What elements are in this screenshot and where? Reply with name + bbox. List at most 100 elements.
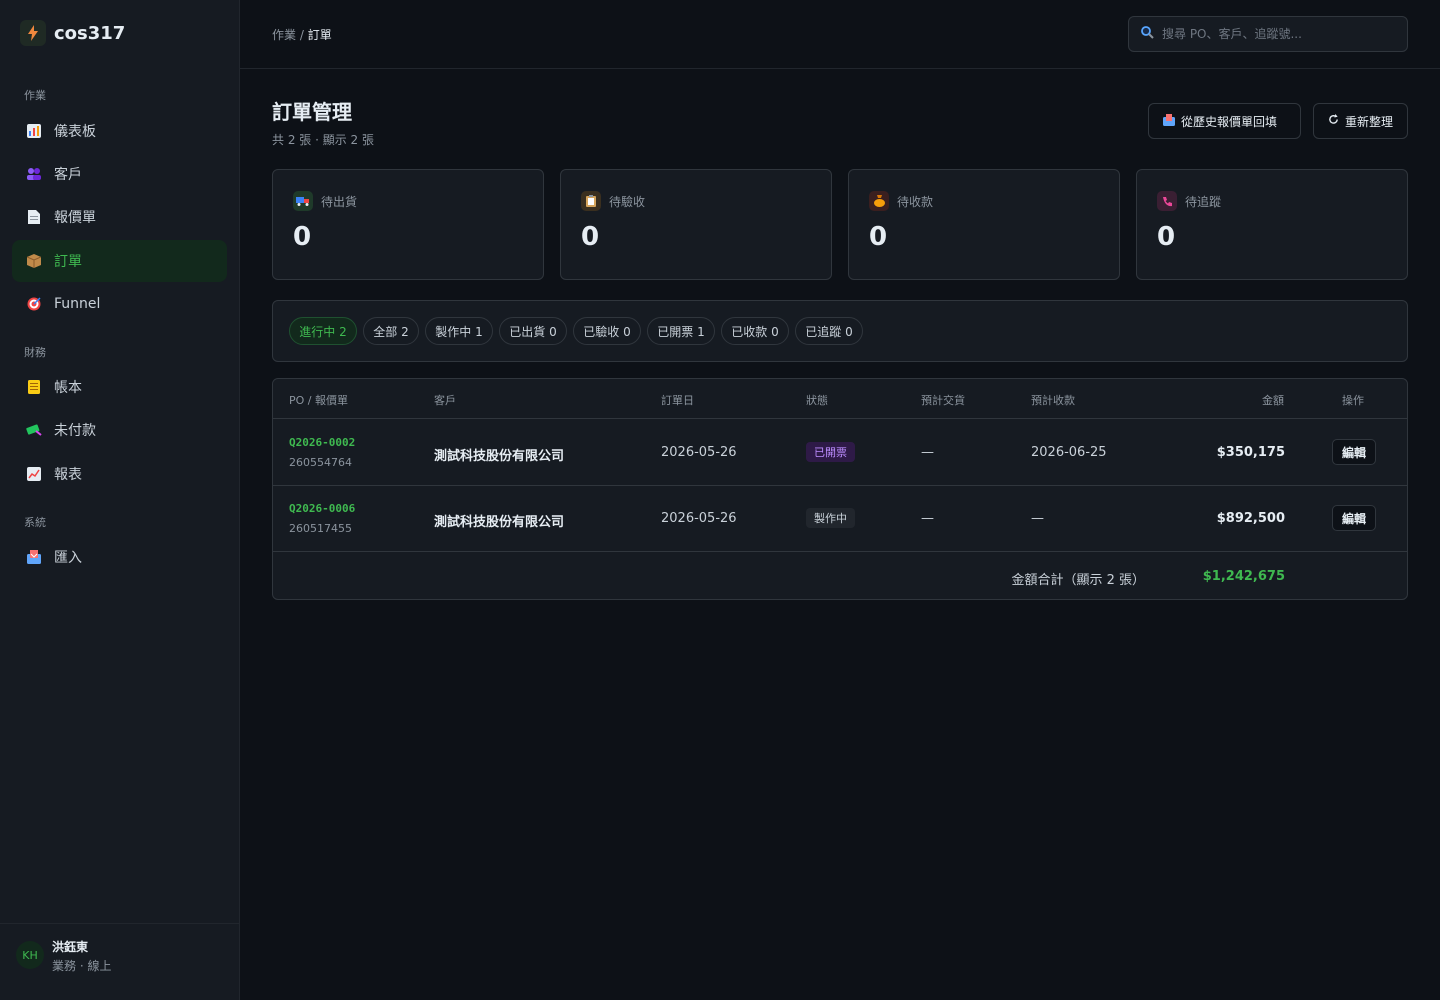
filter-paid[interactable]: 已收款 0 bbox=[721, 317, 789, 345]
avatar: KH bbox=[16, 941, 44, 969]
table-row[interactable]: Q2026-0002 260554764 測試科技股份有限公司 2026-05-… bbox=[273, 420, 1407, 486]
stat-value: 0 bbox=[293, 222, 312, 252]
inbox-icon bbox=[26, 549, 42, 565]
refresh-label: 重新整理 bbox=[1345, 114, 1394, 129]
sidebar-item-label: 未付款 bbox=[54, 423, 96, 439]
stat-value: 0 bbox=[581, 222, 600, 252]
quote-number: 260554764 bbox=[289, 456, 352, 469]
refresh-button[interactable]: 重新整理 bbox=[1313, 103, 1408, 139]
stat-card-to-follow: 待追蹤 0 bbox=[1136, 169, 1408, 280]
expected-payment: — bbox=[1031, 511, 1044, 526]
filter-shipped[interactable]: 已出貨 0 bbox=[499, 317, 567, 345]
truck-icon bbox=[293, 191, 313, 211]
filter-accepted[interactable]: 已驗收 0 bbox=[573, 317, 641, 345]
expected-delivery: — bbox=[921, 511, 934, 526]
order-amount: $892,500 bbox=[1216, 511, 1285, 526]
sidebar-item-label: 匯入 bbox=[54, 550, 82, 566]
stat-label: 待驗收 bbox=[609, 195, 646, 209]
total-value: $1,242,675 bbox=[1202, 569, 1285, 584]
search-box[interactable] bbox=[1128, 16, 1408, 52]
sidebar-item-quotes[interactable]: 報價單 bbox=[12, 196, 227, 238]
stat-value: 0 bbox=[1157, 222, 1176, 252]
breadcrumb-parent[interactable]: 作業 bbox=[272, 28, 296, 42]
page-subtitle: 共 2 張 · 顯示 2 張 bbox=[272, 133, 374, 147]
filter-producing[interactable]: 製作中 1 bbox=[425, 317, 493, 345]
filter-in-progress[interactable]: 進行中 2 bbox=[289, 317, 357, 345]
expected-delivery: — bbox=[921, 445, 934, 460]
search-input[interactable] bbox=[1162, 27, 1382, 41]
stat-card-to-collect: 待收款 0 bbox=[848, 169, 1120, 280]
orders-table: PO / 報價單 客戶 訂單日 狀態 預計交貨 預計收款 金額 操作 Q2026… bbox=[272, 378, 1408, 600]
edit-button[interactable]: 編輯 bbox=[1332, 439, 1376, 465]
package-icon bbox=[26, 253, 42, 269]
expected-payment: 2026-06-25 bbox=[1031, 445, 1107, 460]
nav-section-system: 系統 bbox=[24, 516, 46, 529]
table-header: PO / 報價單 客戶 訂單日 狀態 預計交貨 預計收款 金額 操作 bbox=[273, 379, 1407, 419]
customer-name: 測試科技股份有限公司 bbox=[434, 449, 565, 464]
sidebar-item-dashboard[interactable]: 儀表板 bbox=[12, 110, 227, 152]
column-header-amount[interactable]: 金額 bbox=[1262, 392, 1284, 408]
brand[interactable]: cos317 bbox=[20, 20, 125, 46]
sidebar-item-label: 報價單 bbox=[54, 210, 96, 226]
po-number[interactable]: Q2026-0002 bbox=[289, 436, 355, 449]
sidebar-item-ledger[interactable]: 帳本 bbox=[12, 366, 227, 408]
sidebar-item-label: 儀表板 bbox=[54, 124, 96, 140]
status-badge: 已開票 bbox=[806, 442, 855, 462]
stat-label: 待收款 bbox=[897, 195, 934, 209]
sidebar-item-customers[interactable]: 客戶 bbox=[12, 153, 227, 195]
column-header-status[interactable]: 狀態 bbox=[806, 392, 828, 408]
user-profile[interactable]: KH 洪鈺東 業務 · 線上 bbox=[0, 923, 239, 1000]
money-icon bbox=[26, 422, 42, 438]
breadcrumb: 作業 / 訂單 bbox=[272, 26, 332, 43]
status-badge: 製作中 bbox=[806, 508, 855, 528]
sidebar-item-label: 報表 bbox=[54, 467, 82, 483]
sidebar-item-reports[interactable]: 報表 bbox=[12, 453, 227, 495]
stat-label: 待出貨 bbox=[321, 195, 358, 209]
document-icon bbox=[26, 209, 42, 225]
stat-card-to-accept: 待驗收 0 bbox=[560, 169, 832, 280]
filter-all[interactable]: 全部 2 bbox=[363, 317, 419, 345]
po-number[interactable]: Q2026-0006 bbox=[289, 502, 355, 515]
order-date: 2026-05-26 bbox=[661, 511, 737, 526]
column-header-delivery[interactable]: 預計交貨 bbox=[921, 392, 965, 408]
target-icon bbox=[26, 296, 42, 312]
money-bag-icon bbox=[869, 191, 889, 211]
total-label: 金額合計（顯示 2 張） bbox=[1011, 573, 1145, 588]
column-header-po[interactable]: PO / 報價單 bbox=[289, 392, 348, 408]
lightning-icon bbox=[20, 20, 46, 46]
search-icon bbox=[1141, 25, 1154, 43]
customer-name: 測試科技股份有限公司 bbox=[434, 515, 565, 530]
column-header-customer[interactable]: 客戶 bbox=[434, 392, 456, 408]
column-header-payment[interactable]: 預計收款 bbox=[1031, 392, 1075, 408]
table-row[interactable]: Q2026-0006 260517455 測試科技股份有限公司 2026-05-… bbox=[273, 486, 1407, 552]
trend-icon bbox=[26, 466, 42, 482]
sidebar-item-label: 客戶 bbox=[54, 167, 82, 183]
sidebar-item-unpaid[interactable]: 未付款 bbox=[12, 409, 227, 451]
filter-followed[interactable]: 已追蹤 0 bbox=[795, 317, 863, 345]
sidebar-item-funnel[interactable]: Funnel bbox=[12, 283, 227, 325]
user-name: 洪鈺東 bbox=[52, 940, 89, 954]
history-fill-button[interactable]: 從歷史報價單回填 bbox=[1148, 103, 1301, 139]
ledger-icon bbox=[26, 379, 42, 395]
sidebar-item-import[interactable]: 匯入 bbox=[12, 536, 227, 578]
edit-button[interactable]: 編輯 bbox=[1332, 505, 1376, 531]
sidebar-item-orders[interactable]: 訂單 bbox=[12, 240, 227, 282]
table-footer: 金額合計（顯示 2 張） $1,242,675 bbox=[273, 552, 1407, 599]
sidebar-item-label: Funnel bbox=[54, 296, 101, 312]
inbox-icon bbox=[1163, 113, 1175, 129]
brand-name: cos317 bbox=[54, 22, 126, 44]
quote-number: 260517455 bbox=[289, 522, 352, 535]
phone-icon bbox=[1157, 191, 1177, 211]
history-fill-label: 從歷史報價單回填 bbox=[1181, 114, 1278, 129]
stat-value: 0 bbox=[869, 222, 888, 252]
column-header-action: 操作 bbox=[1342, 394, 1364, 407]
clipboard-icon bbox=[581, 191, 601, 211]
nav-section-finance: 財務 bbox=[24, 346, 46, 359]
page-title: 訂單管理 bbox=[272, 100, 352, 124]
column-header-order-date[interactable]: 訂單日 bbox=[661, 392, 694, 408]
stat-label: 待追蹤 bbox=[1185, 195, 1222, 209]
nav-section-operations: 作業 bbox=[24, 89, 46, 102]
users-icon bbox=[26, 166, 42, 182]
filter-invoiced[interactable]: 已開票 1 bbox=[647, 317, 715, 345]
stat-card-to-ship: 待出貨 0 bbox=[272, 169, 544, 280]
